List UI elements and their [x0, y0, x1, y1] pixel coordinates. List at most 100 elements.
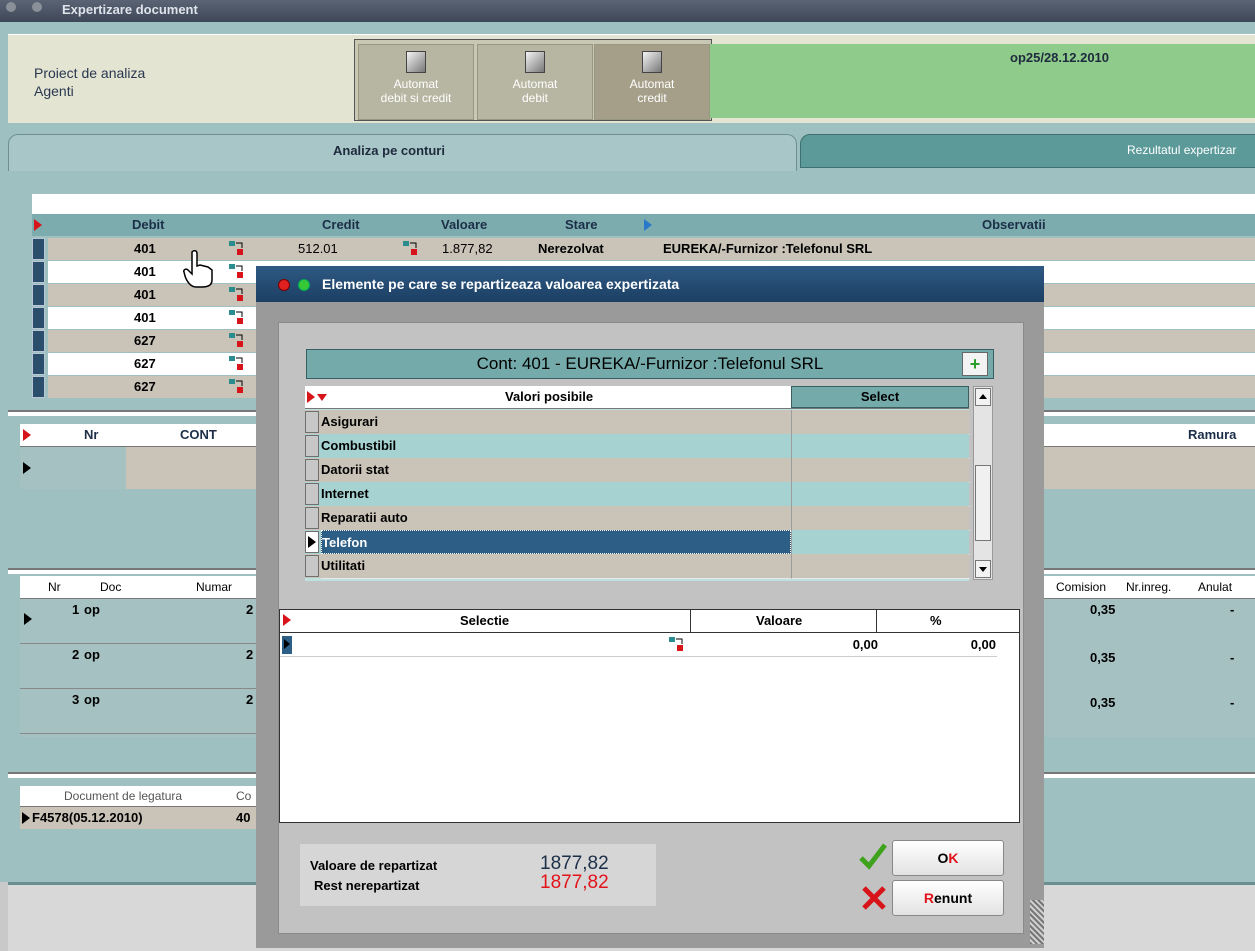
table-row[interactable]: 2 op 2 [20, 644, 256, 689]
ok-button[interactable]: OK [892, 840, 1004, 876]
cell-procent[interactable]: 0,00 [900, 634, 996, 656]
automat-debit-credit-button[interactable]: Automat debit si credit [358, 44, 474, 120]
rest-nerepartizat-value: 1877,82 [540, 872, 609, 893]
cell-anulat: - [1230, 650, 1235, 665]
window-title: Expertizare document [62, 2, 198, 17]
header-comision[interactable]: Comision [1056, 576, 1116, 598]
header-select[interactable]: Select [791, 386, 969, 408]
lookup-icon[interactable] [668, 636, 686, 652]
row-indicator[interactable] [32, 330, 45, 352]
list-item[interactable]: Utilitati [305, 554, 970, 579]
list-item[interactable]: Combustibil [305, 434, 970, 459]
row-indicator[interactable] [32, 353, 45, 375]
cont-grid-cell[interactable] [1044, 447, 1255, 489]
cell-debit: 401 [134, 241, 156, 256]
cancel-label: enunt [934, 890, 973, 906]
lookup-icon[interactable] [402, 240, 420, 256]
table-row[interactable]: 3 op 2 [20, 689, 256, 734]
minimize-icon[interactable] [32, 2, 42, 12]
cell-valoare[interactable]: 0,00 [800, 634, 878, 656]
lookup-icon[interactable] [228, 332, 246, 348]
selection-grid: Selectie Valoare % 0,00 0,00 [279, 609, 1020, 823]
header-credit[interactable]: Credit [322, 214, 382, 236]
list-item[interactable]: Reparatii auto [305, 506, 970, 531]
ok-label: O [937, 850, 949, 866]
expand-icon[interactable] [644, 219, 652, 231]
cell-co: 40 [236, 810, 251, 825]
scrollbar[interactable] [973, 386, 993, 580]
list-item[interactable]: Asigurari [305, 410, 970, 435]
cell-numar: 2 [246, 602, 254, 617]
cell-doc: op [84, 602, 100, 617]
cont-grid-row[interactable] [20, 447, 127, 489]
header-nr[interactable]: Nr [84, 424, 124, 446]
header-stare[interactable]: Stare [565, 214, 625, 236]
header-valoare[interactable]: Valoare [441, 214, 511, 236]
cancel-button[interactable]: Renunt [892, 880, 1004, 916]
cell-comision: 0,35 [1090, 602, 1116, 617]
header-nrinreg[interactable]: Nr.inreg. [1126, 576, 1186, 598]
row-pointer-icon [284, 639, 290, 649]
sort-icon[interactable] [317, 394, 327, 401]
dialog-titlebar: Elemente pe care se repartizeaza valoare… [256, 266, 1044, 302]
scroll-down-button[interactable] [975, 560, 991, 578]
header-valoare[interactable]: Valoare [756, 610, 836, 632]
scroll-thumb[interactable] [975, 465, 991, 541]
lookup-icon[interactable] [228, 378, 246, 394]
table-row[interactable]: 1 op 2 [20, 599, 256, 644]
add-icon[interactable]: + [962, 352, 988, 376]
header-anulat[interactable]: Anulat [1198, 576, 1255, 598]
row-indicator [282, 636, 292, 654]
list-item-selected[interactable]: Telefon [305, 530, 970, 555]
lookup-icon[interactable] [228, 240, 246, 256]
header-valori-posibile[interactable]: Valori posibile [505, 386, 665, 408]
automat-credit-button[interactable]: Automat credit [594, 44, 710, 120]
tab-analiza-pe-conturi[interactable]: Analiza pe conturi [8, 134, 797, 171]
list-item[interactable]: Internet [305, 482, 970, 507]
checkmark-icon [859, 843, 887, 870]
header-debit[interactable]: Debit [132, 214, 192, 236]
list-item[interactable]: Datorii stat [305, 458, 970, 483]
tab-label: Analiza pe conturi [333, 143, 445, 158]
selection-row[interactable]: 0,00 0,00 [280, 634, 997, 657]
cell-doc: op [84, 692, 100, 707]
close-icon[interactable] [278, 279, 290, 291]
resize-grip[interactable] [1030, 900, 1044, 944]
cell-debit: 627 [134, 356, 156, 371]
button-label: Automat [393, 77, 439, 91]
lookup-icon[interactable] [228, 355, 246, 371]
row-indicator[interactable] [32, 376, 45, 398]
row-pointer-icon [23, 462, 31, 474]
lookup-icon[interactable] [228, 309, 246, 325]
cont-grid-cell[interactable] [126, 447, 256, 489]
header-doc[interactable]: Doc [100, 576, 140, 598]
link-grid-row[interactable]: F4578(05.12.2010) 40 [20, 807, 256, 829]
accounts-grid-header: Debit Credit Valoare Stare Observatii [32, 214, 1255, 236]
automat-debit-button[interactable]: Automat debit [477, 44, 593, 120]
header-numar[interactable]: Numar [196, 576, 256, 598]
scroll-up-button[interactable] [975, 388, 991, 406]
header-ramura[interactable]: Ramura [1188, 424, 1248, 446]
lookup-icon[interactable] [228, 263, 246, 279]
header-nr[interactable]: Nr [48, 576, 78, 598]
row-indicator[interactable] [32, 261, 45, 283]
cell-numar: 2 [246, 647, 254, 662]
row-indicator[interactable] [32, 284, 45, 306]
header-cont[interactable]: CONT [180, 424, 240, 446]
header-selectie[interactable]: Selectie [460, 610, 560, 632]
button-sublabel: credit [637, 91, 667, 105]
header-observatii[interactable]: Observatii [982, 214, 1082, 236]
document-ref: op25/28.12.2010 [1010, 50, 1110, 65]
row-indicator[interactable] [32, 238, 45, 260]
row-indicator[interactable] [32, 307, 45, 329]
close-icon[interactable] [6, 2, 16, 12]
maximize-icon[interactable] [298, 279, 310, 291]
header-document-legatura[interactable]: Document de legatura [64, 786, 214, 806]
header-co[interactable]: Co [236, 786, 256, 806]
tab-rezultatul-expertizarii[interactable]: Rezultatul expertizar [800, 134, 1255, 168]
document-info-panel: op25/28.12.2010 [710, 44, 1255, 118]
header-procent[interactable]: % [930, 610, 960, 632]
lookup-icon[interactable] [228, 286, 246, 302]
row-pointer-icon [23, 429, 31, 441]
chevron-down-icon [979, 567, 987, 572]
